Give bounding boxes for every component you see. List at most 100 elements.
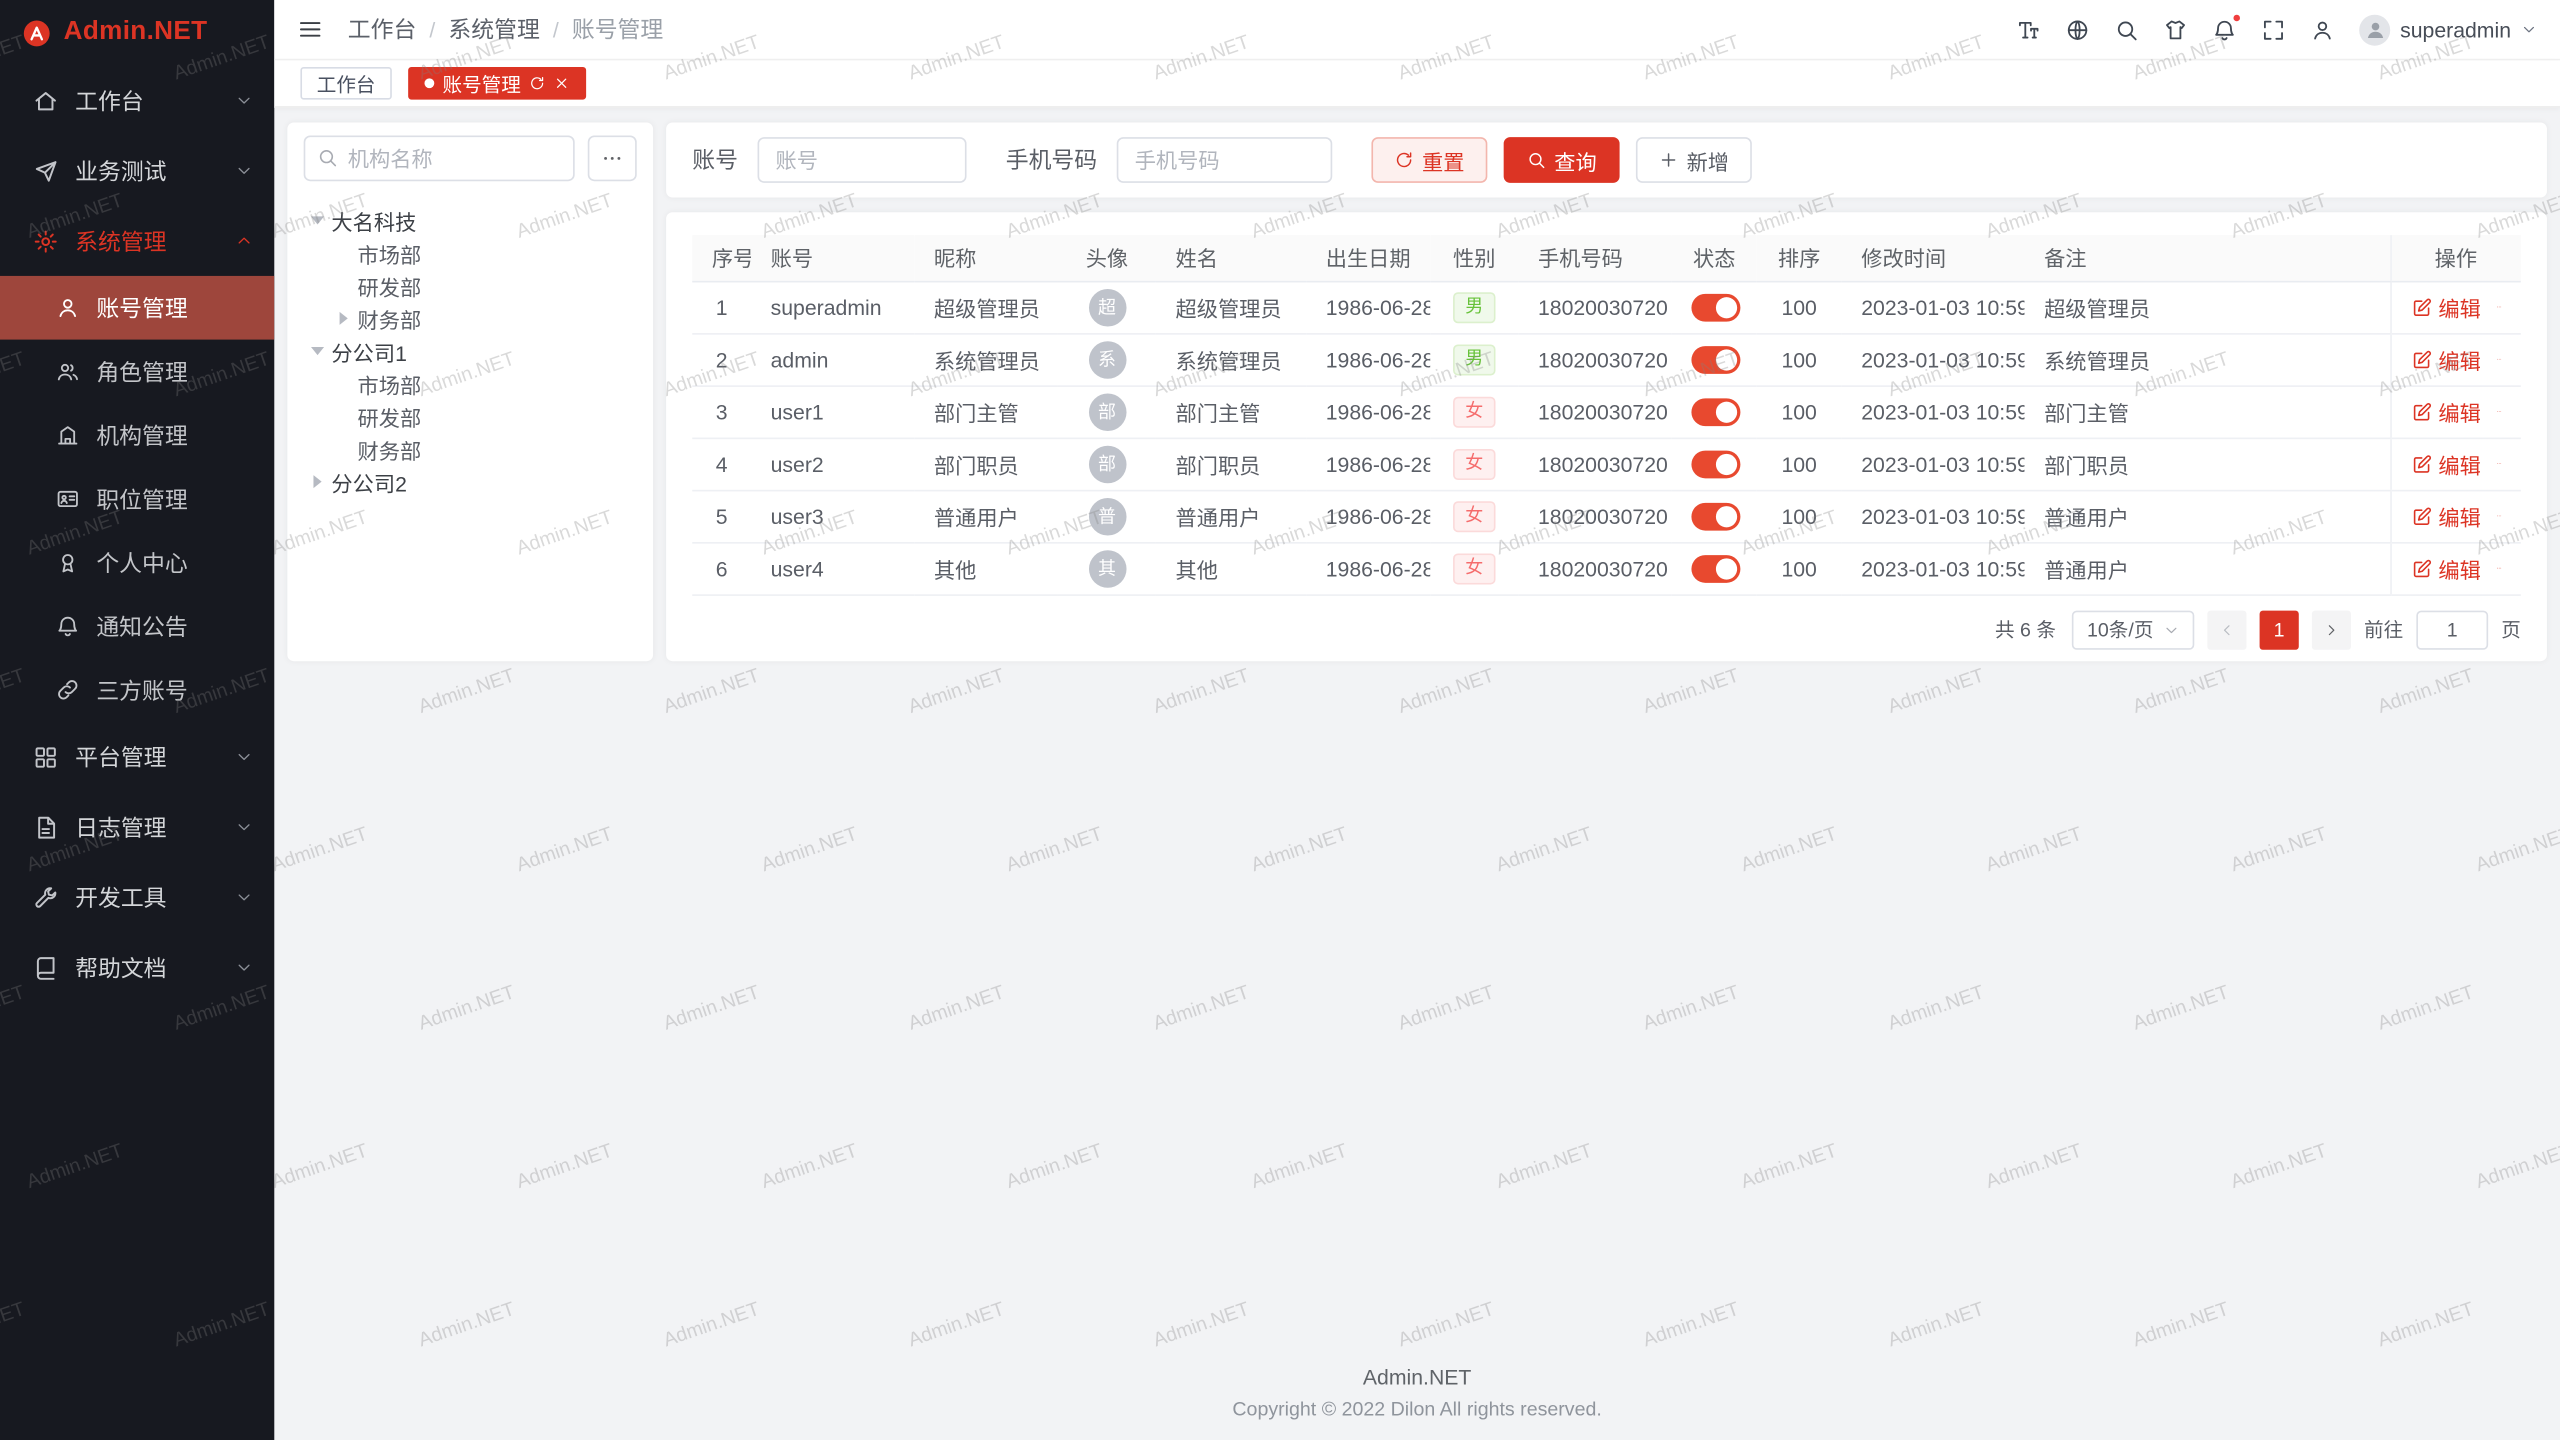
column-header-gender: 性别 xyxy=(1430,235,1518,281)
sidebar-item-system-mgmt[interactable]: 系统管理 xyxy=(0,206,274,276)
sidebar-subitem-account-mgmt[interactable]: 账号管理 xyxy=(0,276,274,340)
phone-filter-input[interactable] xyxy=(1117,137,1333,183)
status-switch[interactable] xyxy=(1691,398,1740,426)
sidebar-subitem-notice[interactable]: 通知公告 xyxy=(0,594,274,658)
column-header-status: 状态 xyxy=(1672,235,1757,281)
more-actions-button[interactable] xyxy=(2496,296,2502,319)
page-size-select[interactable]: 10条/页 xyxy=(2072,610,2194,649)
tree-node-market-dept-1[interactable]: 市场部 xyxy=(304,237,637,270)
edit-button[interactable]: 编辑 xyxy=(2411,396,2481,427)
status-switch[interactable] xyxy=(1691,450,1740,478)
tab-refresh-icon[interactable] xyxy=(529,75,545,91)
user-icon[interactable] xyxy=(2310,17,2334,41)
sidebar-item-platform-mgmt[interactable]: 平台管理 xyxy=(0,722,274,792)
sidebar-item-log-mgmt[interactable]: 日志管理 xyxy=(0,792,274,862)
breadcrumb-item-system-mgmt[interactable]: 系统管理 xyxy=(448,13,539,46)
menu-collapse-icon[interactable] xyxy=(297,16,323,42)
cell-index: 4 xyxy=(692,438,751,490)
breadcrumb-item-workbench[interactable]: 工作台 xyxy=(348,13,417,46)
edit-icon xyxy=(2411,558,2432,579)
language-icon[interactable] xyxy=(2065,17,2089,41)
next-page-button[interactable] xyxy=(2312,610,2351,649)
account-filter-input[interactable] xyxy=(758,137,967,183)
cell-index: 5 xyxy=(692,490,751,542)
cell-status xyxy=(1672,438,1757,490)
cell-account: superadmin xyxy=(751,281,914,333)
search-button[interactable]: 查询 xyxy=(1504,137,1620,183)
pagination: 共 6 条 10条/页 1 xyxy=(692,595,2521,665)
status-switch[interactable] xyxy=(1691,554,1740,582)
reset-button[interactable]: 重置 xyxy=(1371,137,1487,183)
right-column: 账号 手机号码 重置 查询 xyxy=(666,122,2547,661)
edit-icon xyxy=(2411,505,2432,526)
tree-more-button[interactable] xyxy=(588,136,637,182)
more-actions-button[interactable] xyxy=(2496,504,2502,527)
sidebar-item-business-test[interactable]: 业务测试 xyxy=(0,136,274,206)
page-number-1[interactable]: 1 xyxy=(2260,610,2299,649)
tab-workbench[interactable]: 工作台 xyxy=(300,67,391,100)
more-actions-button[interactable] xyxy=(2496,452,2502,475)
edit-button[interactable]: 编辑 xyxy=(2411,344,2481,375)
tree-node-finance-dept-1[interactable]: 财务部 xyxy=(304,302,637,335)
sidebar-subitem-role-mgmt[interactable]: 角色管理 xyxy=(0,340,274,404)
sidebar-subitem-label: 三方账号 xyxy=(96,673,253,706)
user-menu[interactable]: superadmin xyxy=(2359,14,2537,45)
tree-node-finance-dept-2[interactable]: 财务部 xyxy=(304,433,637,466)
caret-right-icon[interactable] xyxy=(333,309,353,329)
tree-node-branch-2[interactable]: 分公司2 xyxy=(304,465,637,498)
edit-button[interactable]: 编辑 xyxy=(2411,500,2481,531)
tree-node-market-dept-2[interactable]: 市场部 xyxy=(304,367,637,400)
status-switch[interactable] xyxy=(1691,345,1740,373)
log-icon xyxy=(33,814,59,840)
sidebar-subitem-org-mgmt[interactable]: 机构管理 xyxy=(0,403,274,467)
cell-gender: 女 xyxy=(1430,438,1518,490)
edit-button[interactable]: 编辑 xyxy=(2411,553,2481,584)
tree-node-rd-dept-1[interactable]: 研发部 xyxy=(304,269,637,302)
caret-right-icon[interactable] xyxy=(307,472,327,492)
avatar-badge: 部 xyxy=(1088,445,1126,483)
font-size-icon[interactable] xyxy=(2016,17,2040,41)
cell-modified: 2023-01-03 10:59:44 xyxy=(1842,385,2025,437)
tree-node-rd-dept-2[interactable]: 研发部 xyxy=(304,400,637,433)
tree-node-daming-tech[interactable]: 大名科技 xyxy=(304,204,637,237)
sidebar-item-help-docs[interactable]: 帮助文档 xyxy=(0,932,274,1002)
edit-button[interactable]: 编辑 xyxy=(2411,448,2481,479)
sidebar-item-workbench[interactable]: 工作台 xyxy=(0,65,274,135)
caret-down-icon[interactable] xyxy=(307,341,327,361)
cell-actions: 编辑 xyxy=(2390,385,2521,437)
sidebar-item-label: 开发工具 xyxy=(75,881,235,914)
more-actions-button[interactable] xyxy=(2496,348,2502,371)
edit-button[interactable]: 编辑 xyxy=(2411,291,2481,322)
fullscreen-icon[interactable] xyxy=(2261,17,2285,41)
tab-account-mgmt[interactable]: 账号管理 xyxy=(408,67,586,100)
bell-notification-icon[interactable] xyxy=(2212,17,2236,41)
tree-node-branch-1[interactable]: 分公司1 xyxy=(304,335,637,368)
cell-status xyxy=(1672,281,1757,333)
cell-phone: 18020030720 xyxy=(1518,542,1671,594)
sidebar-item-dev-tools[interactable]: 开发工具 xyxy=(0,862,274,932)
status-switch[interactable] xyxy=(1691,502,1740,530)
chevron-up-icon xyxy=(235,232,253,250)
caret-down-icon[interactable] xyxy=(307,211,327,231)
cell-name: 其他 xyxy=(1156,542,1306,594)
status-switch[interactable] xyxy=(1691,293,1740,321)
table-row-user1: 3user1部门主管部部门主管1986-06-28女18020030720100… xyxy=(692,385,2521,437)
edit-icon xyxy=(2411,349,2432,370)
theme-icon[interactable] xyxy=(2163,17,2187,41)
org-name-input[interactable] xyxy=(304,136,575,182)
sidebar-subitem-third-account[interactable]: 三方账号 xyxy=(0,658,274,722)
goto-page-input[interactable] xyxy=(2416,610,2488,649)
sidebar-subitem-profile-center[interactable]: 个人中心 xyxy=(0,531,274,595)
more-actions-button[interactable] xyxy=(2496,557,2502,580)
more-actions-button[interactable] xyxy=(2496,400,2502,423)
search-icon xyxy=(317,147,338,168)
sidebar-subitem-position-mgmt[interactable]: 职位管理 xyxy=(0,467,274,531)
sidebar-item-label: 系统管理 xyxy=(75,224,235,257)
tab-close-icon[interactable] xyxy=(554,75,570,91)
prev-page-button[interactable] xyxy=(2207,610,2246,649)
column-header-account: 账号 xyxy=(751,235,914,281)
app-logo[interactable]: Admin.NET xyxy=(0,0,274,65)
add-button[interactable]: 新增 xyxy=(1636,137,1752,183)
cell-actions: 编辑 xyxy=(2390,542,2521,594)
search-icon[interactable] xyxy=(2114,17,2138,41)
